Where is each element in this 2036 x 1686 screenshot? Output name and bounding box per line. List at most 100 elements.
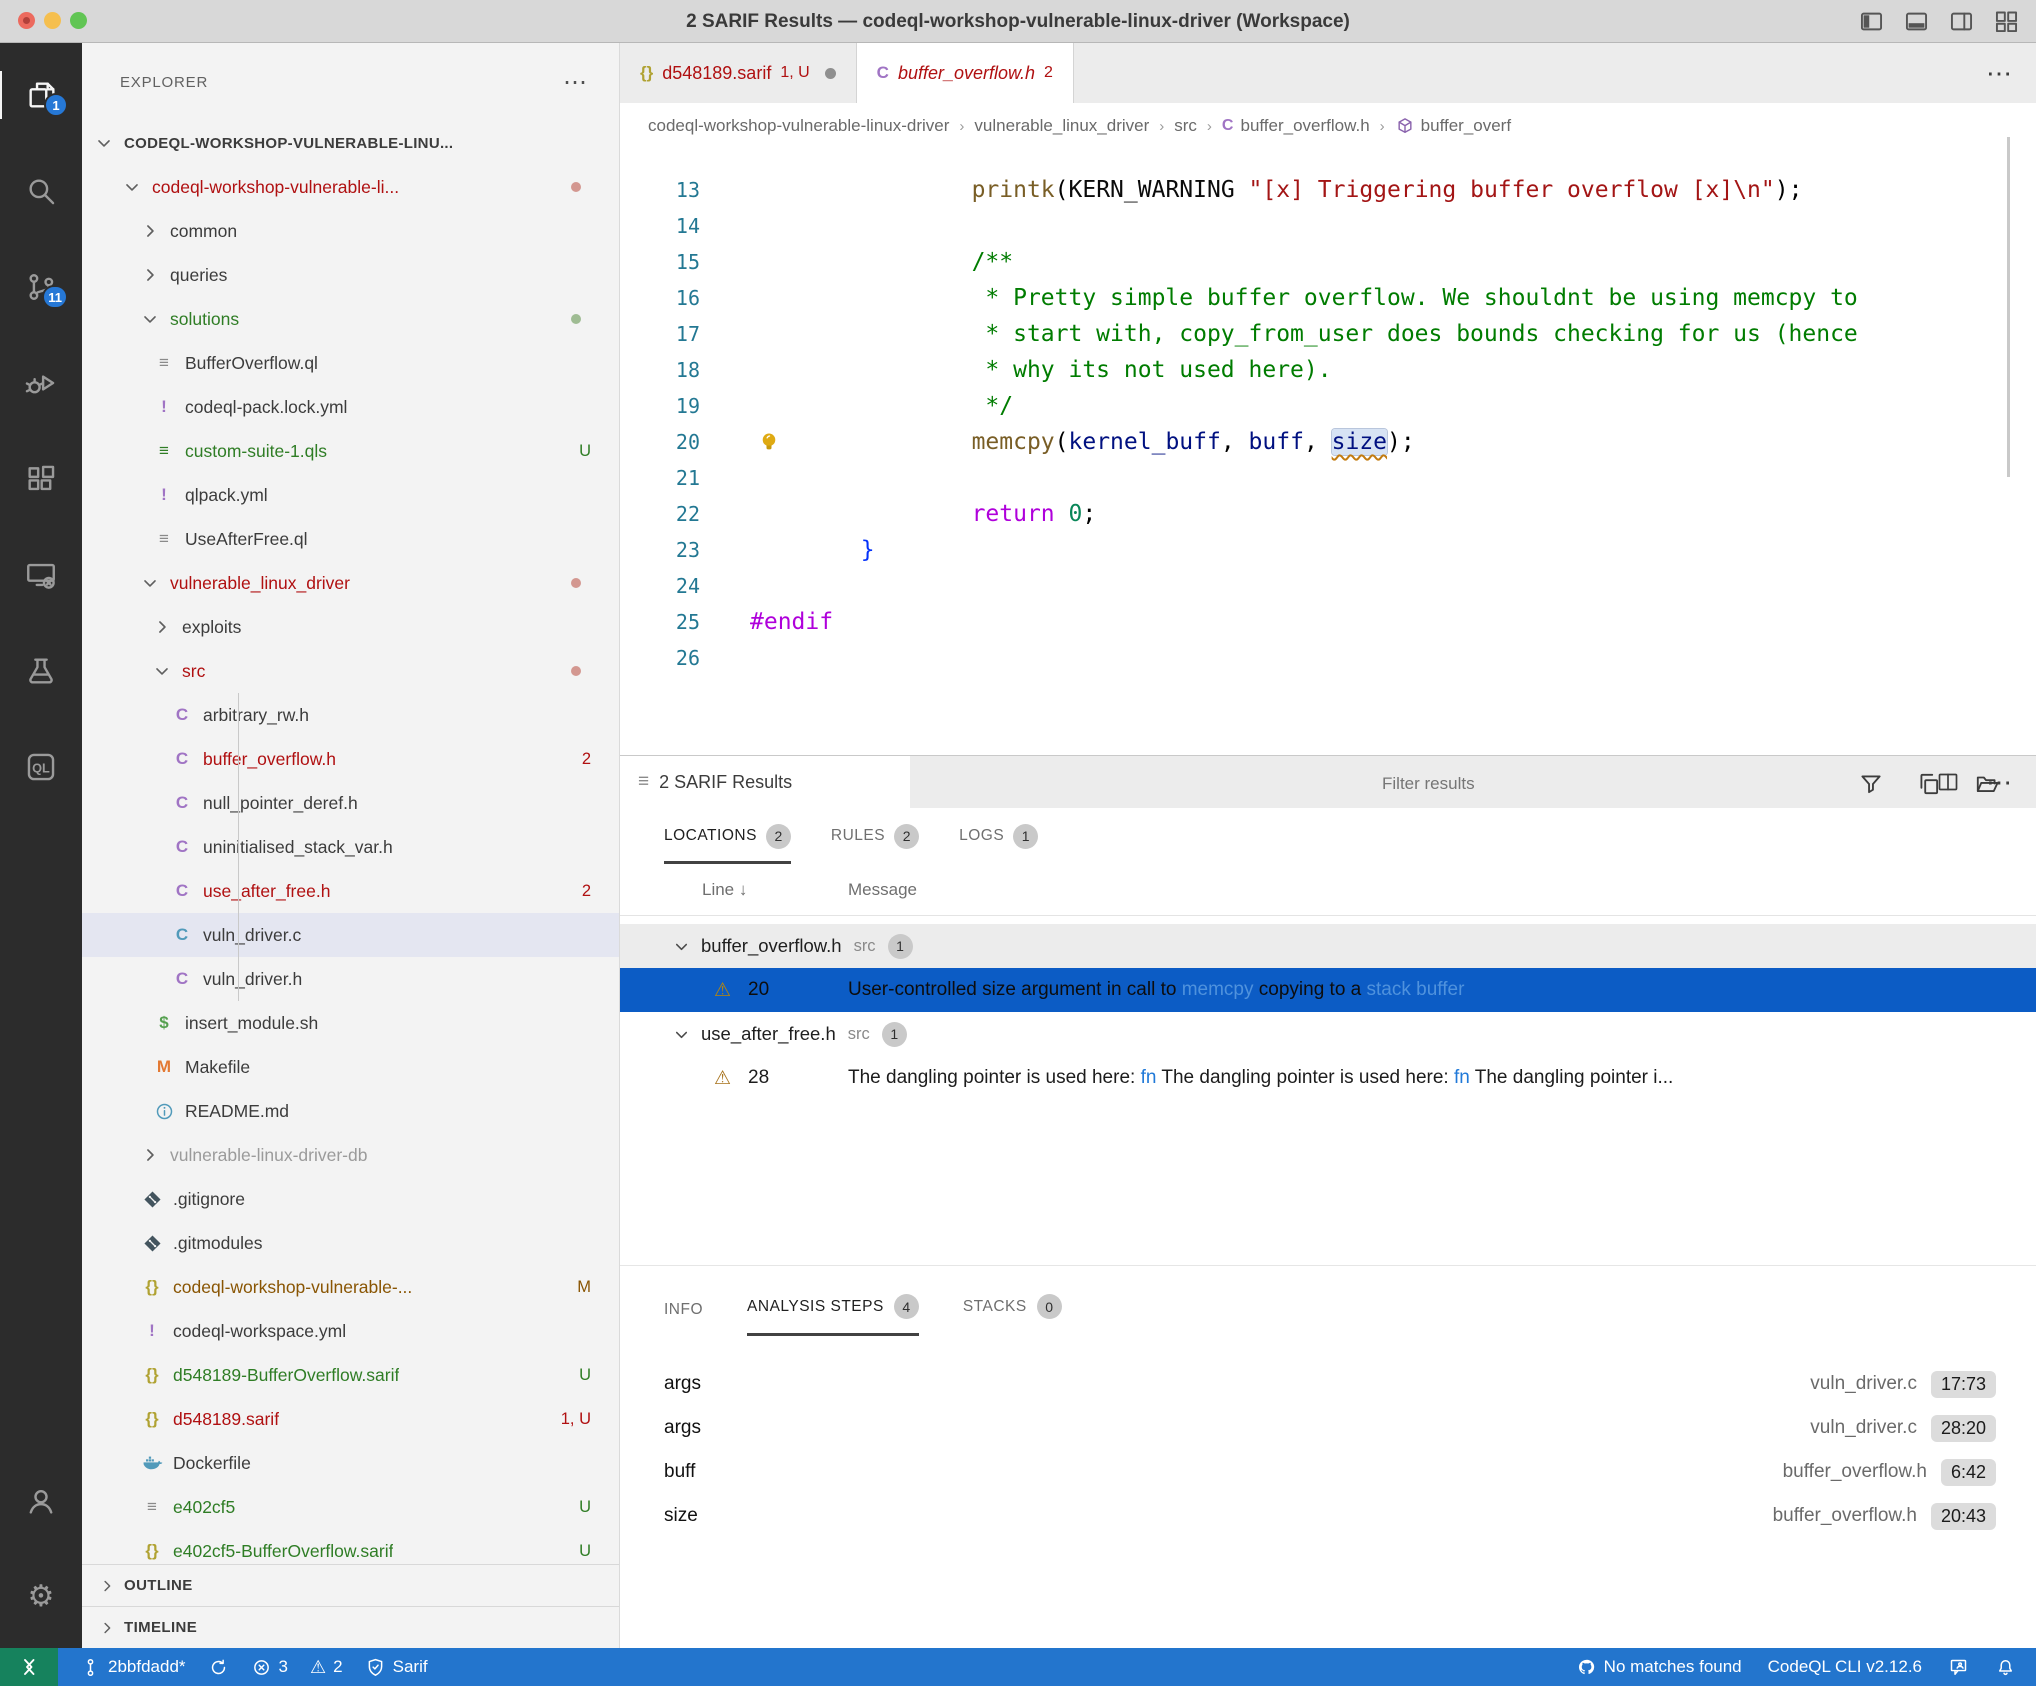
editor-tab-d548189.sarif[interactable]: {}d548189.sarif1, U xyxy=(620,43,857,103)
copy-icon[interactable] xyxy=(1916,771,1942,797)
analysis-step-buff[interactable]: buffbuffer_overflow.h6:42 xyxy=(620,1450,2036,1494)
detail-tab-analysis-steps[interactable]: ANALYSIS STEPS4 xyxy=(747,1294,919,1336)
detail-tab-stacks[interactable]: STACKS0 xyxy=(963,1294,1062,1336)
tree-item-readme.md[interactable]: README.md xyxy=(82,1089,619,1133)
tree-item-vulnerable_linux_driver[interactable]: vulnerable_linux_driver xyxy=(82,561,619,605)
step-location-badge[interactable]: 6:42 xyxy=(1941,1459,1996,1486)
code-editor[interactable]: 13 printk(KERN_WARNING "[x] Triggering b… xyxy=(620,149,2036,755)
tree-item-codeql-workspace.yml[interactable]: !codeql-workspace.yml xyxy=(82,1309,619,1353)
explorer-more-actions-icon[interactable]: ⋯ xyxy=(563,68,585,97)
filter-icon[interactable] xyxy=(1858,771,1884,797)
tree-item-makefile[interactable]: MMakefile xyxy=(82,1045,619,1089)
tree-item-useafterfree.ql[interactable]: ≡UseAfterFree.ql xyxy=(82,517,619,561)
tree-item-buffer_overflow.h[interactable]: Cbuffer_overflow.h2 xyxy=(82,737,619,781)
editor-more-actions-icon[interactable]: ⋯ xyxy=(1986,58,2010,89)
filter-results-input[interactable]: Filter results xyxy=(1382,756,1475,812)
tree-item-common[interactable]: common xyxy=(82,209,619,253)
tree-item-codeql-pack.lock.yml[interactable]: !codeql-pack.lock.yml xyxy=(82,385,619,429)
activity-source-control[interactable]: 11 xyxy=(0,263,82,311)
tree-item-uninitialised_stack_var.h[interactable]: Cuninitialised_stack_var.h xyxy=(82,825,619,869)
layout-right-icon[interactable] xyxy=(1948,8,1975,35)
tree-item-vuln_driver.c[interactable]: Cvuln_driver.c xyxy=(82,913,619,957)
tree-item-vulnerable-linux-driver-db[interactable]: vulnerable-linux-driver-db xyxy=(82,1133,619,1177)
highlighted-symbol-size[interactable]: size xyxy=(1332,429,1387,455)
layout-left-icon[interactable] xyxy=(1858,8,1885,35)
detail-tab-info[interactable]: INFO xyxy=(664,1301,703,1336)
activity-codeql[interactable]: QL xyxy=(0,743,82,791)
breadcrumb-item[interactable]: buffer_overf xyxy=(1395,116,1511,136)
status-remote-indicator[interactable] xyxy=(0,1648,58,1686)
column-message[interactable]: Message xyxy=(848,880,917,900)
tree-item-custom-suite-1.qls[interactable]: ≡custom-suite-1.qlsU xyxy=(82,429,619,473)
results-tab-locations[interactable]: LOCATIONS2 xyxy=(664,808,791,864)
tree-item-codeql-workshop-vulnerable-linu...[interactable]: CODEQL-WORKSHOP-VULNERABLE-LINU... xyxy=(82,121,619,165)
tree-item-src[interactable]: src xyxy=(82,649,619,693)
status-notifications[interactable] xyxy=(1995,1657,2016,1678)
tree-item-exploits[interactable]: exploits xyxy=(82,605,619,649)
tree-item-.gitignore[interactable]: .gitignore xyxy=(82,1177,619,1221)
tree-item-solutions[interactable]: solutions xyxy=(82,297,619,341)
tree-item-use_after_free.h[interactable]: Cuse_after_free.h2 xyxy=(82,869,619,913)
result-row-line-20[interactable]: ⚠20User-controlled size argument in call… xyxy=(620,968,2036,1012)
tree-item-vuln_driver.h[interactable]: Cvuln_driver.h xyxy=(82,957,619,1001)
tree-item-qlpack.yml[interactable]: !qlpack.yml xyxy=(82,473,619,517)
activity-testing[interactable] xyxy=(0,647,82,695)
tree-item-e402cf5[interactable]: ≡e402cf5U xyxy=(82,1485,619,1529)
status-codeql-cli-version[interactable]: CodeQL CLI v2.12.6 xyxy=(1768,1657,1922,1677)
message-link[interactable]: memcpy xyxy=(1182,979,1254,1000)
message-link[interactable]: fn xyxy=(1454,1067,1470,1088)
tree-item-.gitmodules[interactable]: .gitmodules xyxy=(82,1221,619,1265)
results-tab-logs[interactable]: LOGS1 xyxy=(959,808,1038,864)
breadcrumb-item[interactable]: Cbuffer_overflow.h xyxy=(1222,116,1370,136)
status-sarif[interactable]: Sarif xyxy=(365,1657,428,1678)
status-github-status[interactable]: No matches found xyxy=(1576,1657,1742,1678)
panel-tab-sarif-results[interactable]: ≡ 2 SARIF Results xyxy=(620,756,910,808)
step-location-badge[interactable]: 28:20 xyxy=(1931,1415,1996,1442)
status-git-branch[interactable]: 2bbfdadd* xyxy=(80,1657,186,1678)
message-link[interactable]: fn xyxy=(1141,1067,1157,1088)
tree-item-queries[interactable]: queries xyxy=(82,253,619,297)
tree-item-d548189-bufferoverflow.sarif[interactable]: {}d548189-BufferOverflow.sarifU xyxy=(82,1353,619,1397)
activity-remote-explorer[interactable] xyxy=(0,551,82,599)
breadcrumb-item[interactable]: vulnerable_linux_driver xyxy=(974,116,1149,136)
step-location-badge[interactable]: 20:43 xyxy=(1931,1503,1996,1530)
status-feedback[interactable] xyxy=(1948,1657,1969,1678)
tree-item-d548189.sarif[interactable]: {}d548189.sarif1, U xyxy=(82,1397,619,1441)
tree-item-arbitrary_rw.h[interactable]: Carbitrary_rw.h xyxy=(82,693,619,737)
status-sync[interactable] xyxy=(208,1657,229,1678)
column-line[interactable]: Line ↓ xyxy=(702,880,848,900)
layout-bottom-icon[interactable] xyxy=(1903,8,1930,35)
analysis-step-args[interactable]: argsvuln_driver.c17:73 xyxy=(620,1362,2036,1406)
tree-item-codeql-workshop-vulnerable-...[interactable]: {}codeql-workshop-vulnerable-...M xyxy=(82,1265,619,1309)
outline-section-header[interactable]: OUTLINE xyxy=(82,1564,619,1606)
analysis-step-args[interactable]: argsvuln_driver.c28:20 xyxy=(620,1406,2036,1450)
message-link[interactable]: stack buffer xyxy=(1367,979,1465,1000)
result-group-buffer_overflow.h[interactable]: buffer_overflow.hsrc1 xyxy=(620,924,2036,968)
result-group-use_after_free.h[interactable]: use_after_free.hsrc1 xyxy=(620,1012,2036,1056)
step-location-badge[interactable]: 17:73 xyxy=(1931,1371,1996,1398)
activity-run-and-debug[interactable] xyxy=(0,359,82,407)
tree-item-dockerfile[interactable]: Dockerfile xyxy=(82,1441,619,1485)
tree-item-insert_module.sh[interactable]: $insert_module.sh xyxy=(82,1001,619,1045)
activity-explorer[interactable]: 1 xyxy=(0,71,82,119)
activity-search[interactable] xyxy=(0,167,82,215)
modified-dot-icon[interactable] xyxy=(825,68,836,79)
editor-scrollbar[interactable] xyxy=(2007,137,2010,477)
editor-tab-buffer_overflow.h[interactable]: Cbuffer_overflow.h2 xyxy=(857,43,1074,103)
open-folder-icon[interactable] xyxy=(1974,771,2000,797)
results-tab-rules[interactable]: RULES2 xyxy=(831,808,919,864)
result-row-line-28[interactable]: ⚠28The dangling pointer is used here: fn… xyxy=(620,1056,2036,1100)
activity-manage[interactable]: ⚙ xyxy=(0,1573,82,1621)
timeline-section-header[interactable]: TIMELINE xyxy=(82,1606,619,1648)
activity-accounts[interactable] xyxy=(0,1477,82,1525)
layout-grid-icon[interactable] xyxy=(1993,8,2020,35)
activity-extensions[interactable] xyxy=(0,455,82,503)
status-warnings[interactable]: ⚠2 xyxy=(310,1657,343,1678)
breadcrumb-item[interactable]: src xyxy=(1174,116,1197,136)
status-errors[interactable]: 3 xyxy=(251,1657,288,1678)
analysis-step-size[interactable]: sizebuffer_overflow.h20:43 xyxy=(620,1494,2036,1538)
tree-item-codeql-workshop-vulnerable-li...[interactable]: codeql-workshop-vulnerable-li... xyxy=(82,165,619,209)
tree-item-bufferoverflow.ql[interactable]: ≡BufferOverflow.ql xyxy=(82,341,619,385)
tree-item-null_pointer_deref.h[interactable]: Cnull_pointer_deref.h xyxy=(82,781,619,825)
breadcrumb-item[interactable]: codeql-workshop-vulnerable-linux-driver xyxy=(648,116,949,136)
